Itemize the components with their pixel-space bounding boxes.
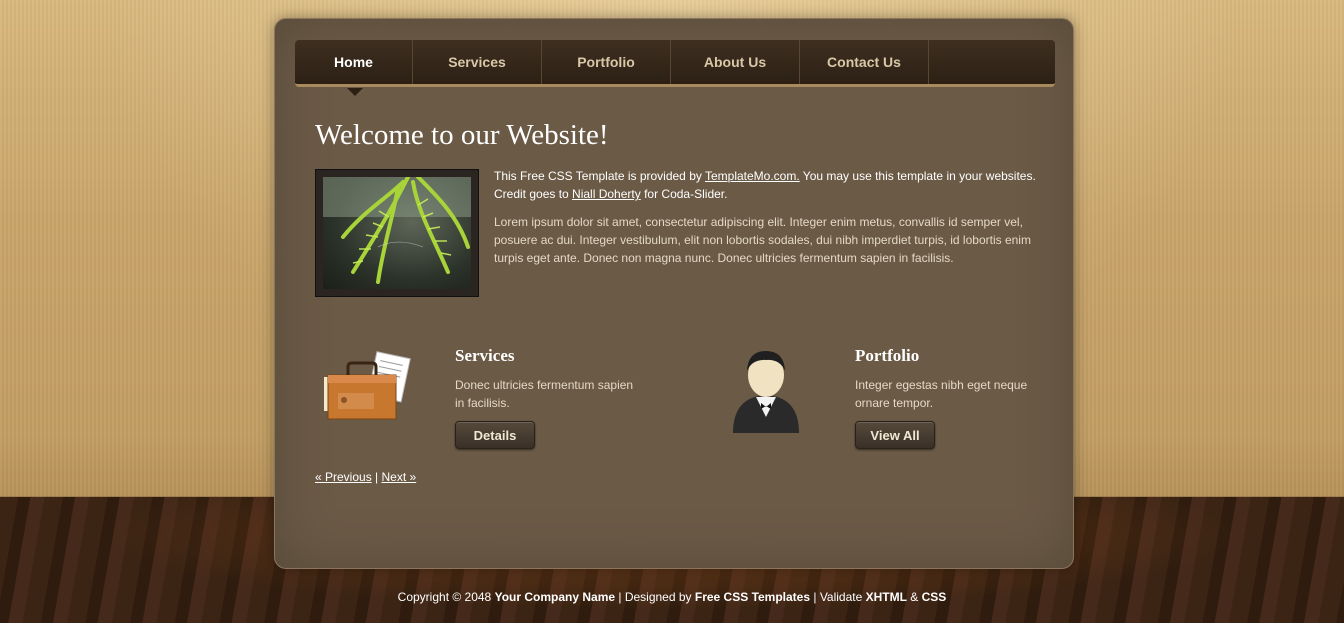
lorem-paragraph: Lorem ipsum dolor sit amet, consectetur … <box>494 215 1031 265</box>
footer-amp: & <box>906 590 922 604</box>
pager-separator: | <box>375 470 379 484</box>
footer-validate: | Validate <box>810 590 866 604</box>
nav-about-us[interactable]: About Us <box>671 40 800 84</box>
services-title: Services <box>455 346 515 365</box>
intro-text: This Free CSS Template is provided by Te… <box>494 167 1039 203</box>
nav-portfolio[interactable]: Portfolio <box>542 40 671 84</box>
nav-contact-us[interactable]: Contact Us <box>800 40 929 84</box>
css-link[interactable]: CSS <box>922 590 947 604</box>
view-all-button[interactable]: View All <box>855 421 935 449</box>
nav-services[interactable]: Services <box>413 40 542 84</box>
niall-doherty-link[interactable]: Niall Doherty <box>572 187 641 201</box>
page-title: Welcome to our Website! <box>315 119 609 151</box>
next-link[interactable]: Next » <box>382 470 417 484</box>
details-button[interactable]: Details <box>455 421 535 449</box>
footer-designed: | Designed by <box>615 590 695 604</box>
briefcase-icon <box>320 347 415 427</box>
footer: Copyright © 2048 Your Company Name | Des… <box>0 590 1344 604</box>
user-icon <box>730 345 802 437</box>
main-nav: Home Services Portfolio About Us Contact… <box>295 40 1055 96</box>
portfolio-title: Portfolio <box>855 346 920 365</box>
content-panel: Home Services Portfolio About Us Contact… <box>274 18 1074 569</box>
footer-designer-link[interactable]: Free CSS Templates <box>695 590 810 604</box>
intro-prefix: This Free CSS Template is provided by <box>494 169 705 183</box>
nav-home[interactable]: Home <box>295 40 413 96</box>
portfolio-text: Integer egestas nibh eget neque ornare t… <box>855 378 1028 410</box>
pagination: « Previous | Next » <box>315 470 416 484</box>
services-text: Donec ultricies fermentum sapien in faci… <box>455 378 634 410</box>
xhtml-link[interactable]: XHTML <box>866 590 907 604</box>
previous-link[interactable]: « Previous <box>315 470 372 484</box>
intro-suffix: for Coda-Slider. <box>640 187 728 201</box>
footer-company[interactable]: Your Company Name <box>495 590 615 604</box>
templatemo-link[interactable]: TemplateMo.com. <box>705 169 800 183</box>
featured-image-frame <box>315 169 479 297</box>
footer-copyright: Copyright © 2048 <box>397 590 495 604</box>
plant-photo <box>323 177 471 289</box>
